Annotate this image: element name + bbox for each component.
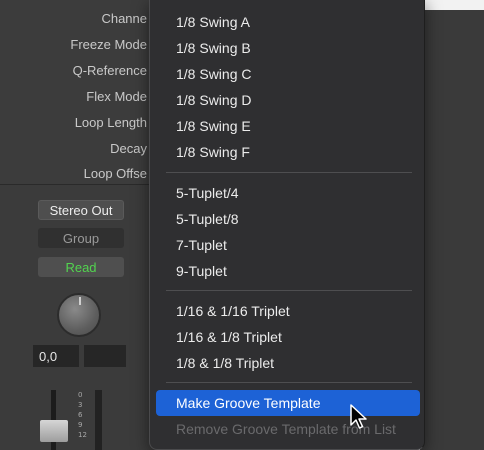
param-label: Freeze Mode — [70, 36, 147, 52]
region-inspector: Channe Freeze Mode Q-Reference Flex Mode… — [0, 0, 165, 450]
menu-item-swing-a[interactable]: 1/8 Swing A — [156, 9, 420, 35]
pan-knob-indicator — [79, 297, 81, 305]
region-param-loop-offset[interactable]: Loop Offse — [0, 163, 165, 183]
menu-item-8-8-triplet[interactable]: 1/8 & 1/8 Triplet — [156, 350, 420, 376]
menu-item-16-16-triplet[interactable]: 1/16 & 1/16 Triplet — [156, 298, 420, 324]
menu-separator — [166, 382, 412, 383]
logic-pro-window: Channe Freeze Mode Q-Reference Flex Mode… — [0, 0, 484, 450]
menu-item-swing-c[interactable]: 1/8 Swing C — [156, 61, 420, 87]
pan-value-field[interactable]: 0,0 — [33, 345, 79, 367]
meter-tick: 12 — [78, 431, 87, 439]
output-slot-button[interactable]: Stereo Out — [38, 200, 124, 220]
menu-item-9-tuplet[interactable]: 9-Tuplet — [156, 258, 420, 284]
region-param-q-reference[interactable]: Q-Reference — [0, 60, 165, 80]
menu-item-16-8-triplet[interactable]: 1/16 & 1/8 Triplet — [156, 324, 420, 350]
volume-value-field[interactable] — [84, 345, 126, 367]
menu-item-make-groove-template[interactable]: Make Groove Template — [156, 390, 420, 416]
param-label: Channe — [101, 10, 147, 26]
level-meter — [95, 390, 102, 450]
meter-tick: 6 — [78, 411, 83, 419]
menu-item-swing-b[interactable]: 1/8 Swing B — [156, 35, 420, 61]
param-label: Loop Offse — [83, 165, 147, 181]
meter-tick: 9 — [78, 421, 83, 429]
region-param-flex-mode[interactable]: Flex Mode — [0, 86, 165, 106]
menu-item-swing-f[interactable]: 1/8 Swing F — [156, 139, 420, 165]
param-label: Decay — [110, 140, 147, 156]
menu-separator — [166, 172, 412, 173]
menu-item-swing-d[interactable]: 1/8 Swing D — [156, 87, 420, 113]
pan-knob[interactable] — [57, 293, 101, 337]
param-label: Q-Reference — [72, 62, 147, 78]
menu-item-5-tuplet-4[interactable]: 5-Tuplet/4 — [156, 180, 420, 206]
volume-fader-handle[interactable] — [40, 420, 68, 442]
meter-tick: 3 — [78, 401, 83, 409]
channel-strip: Stereo Out Group Read 0,0 0 3 6 9 12 — [0, 184, 165, 450]
tracks-area-top — [420, 0, 484, 10]
menu-separator — [166, 290, 412, 291]
param-label: Loop Length — [74, 114, 147, 130]
region-param-channel[interactable]: Channe — [0, 8, 165, 28]
meter-tick: 0 — [78, 391, 83, 399]
quantize-popup-menu: 1/8 Swing A 1/8 Swing B 1/8 Swing C 1/8 … — [149, 0, 425, 450]
menu-item-remove-groove-template: Remove Groove Template from List — [176, 421, 396, 437]
menu-item-7-tuplet[interactable]: 7-Tuplet — [156, 232, 420, 258]
automation-mode-button[interactable]: Read — [38, 257, 124, 277]
region-param-freeze-mode[interactable]: Freeze Mode — [0, 34, 165, 54]
menu-item-swing-e[interactable]: 1/8 Swing E — [156, 113, 420, 139]
group-slot-button[interactable]: Group — [38, 228, 124, 248]
region-param-decay[interactable]: Decay — [0, 138, 165, 158]
mouse-pointer-icon — [350, 404, 367, 429]
region-param-loop-length[interactable]: Loop Length — [0, 112, 165, 132]
menu-item-5-tuplet-8[interactable]: 5-Tuplet/8 — [156, 206, 420, 232]
tracks-area — [420, 0, 484, 450]
param-label: Flex Mode — [86, 88, 147, 104]
